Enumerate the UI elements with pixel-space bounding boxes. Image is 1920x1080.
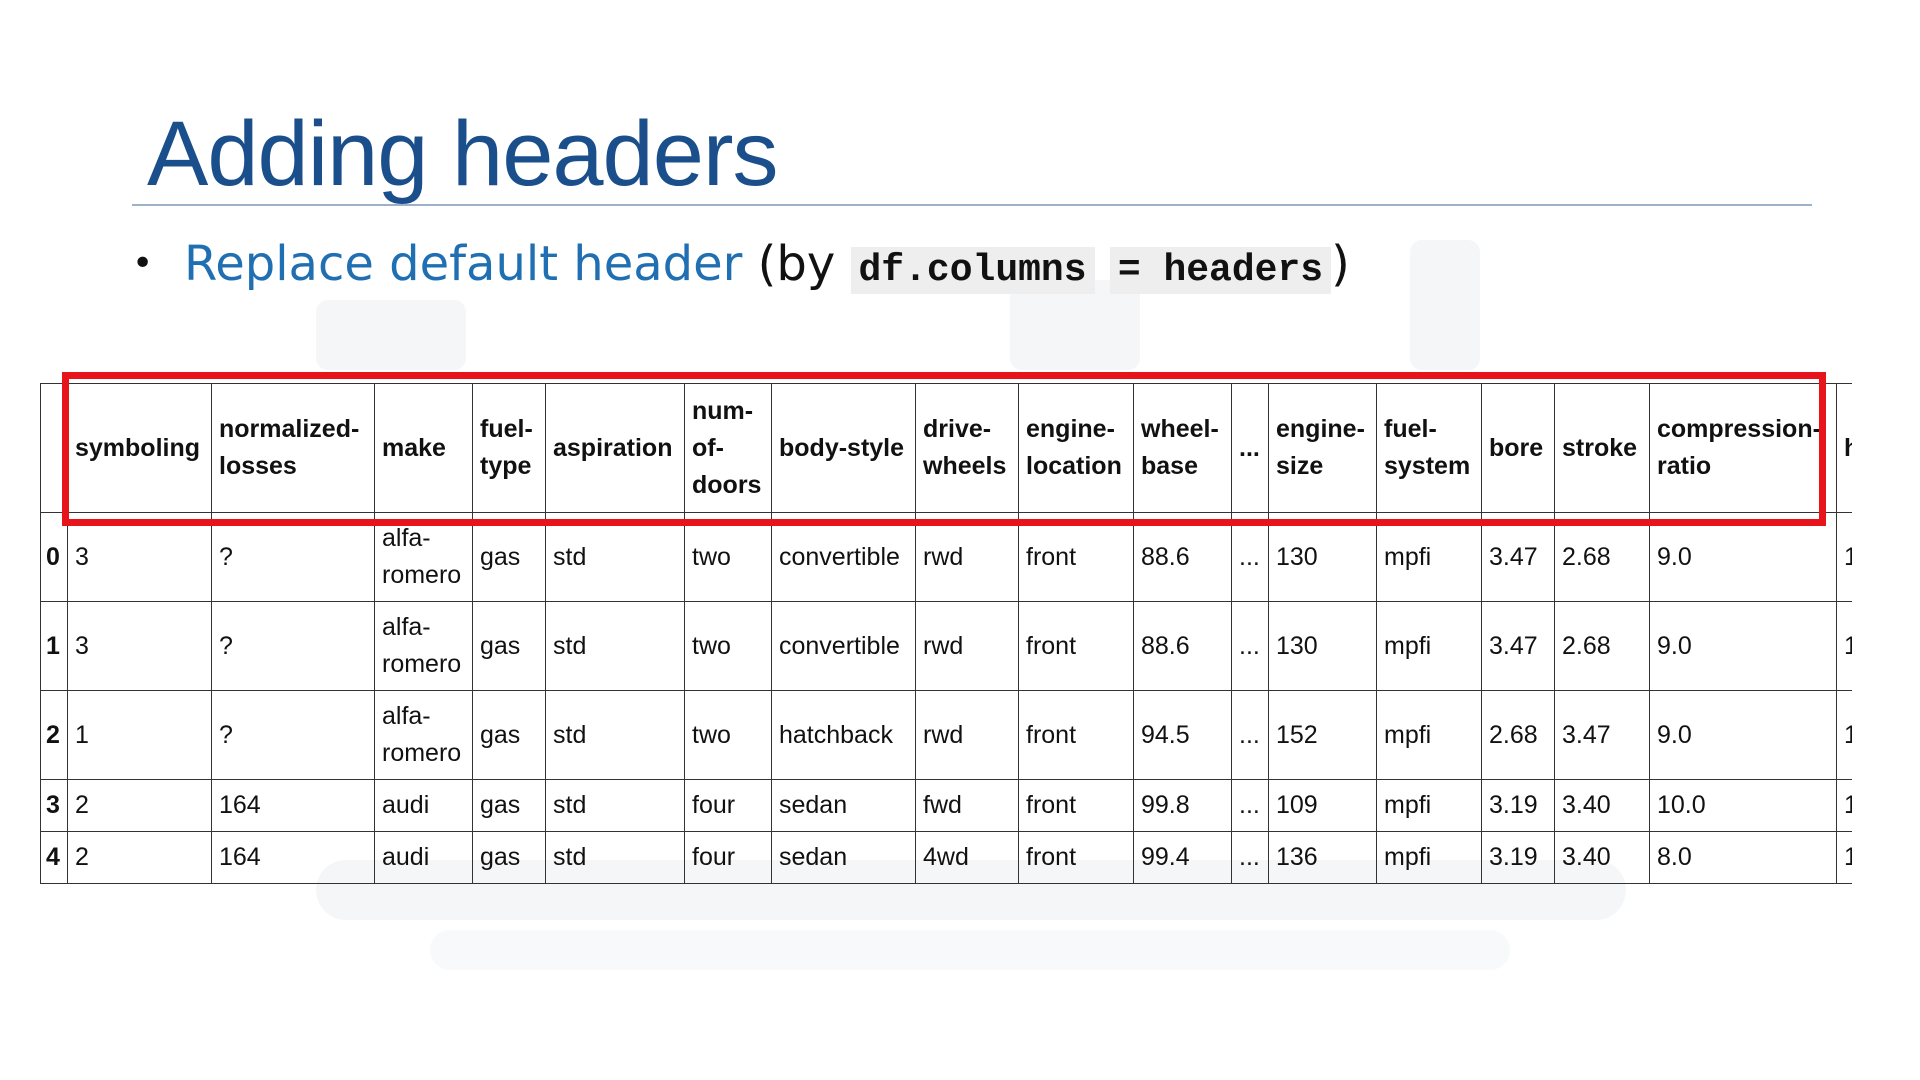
table-cell: 164 bbox=[211, 779, 375, 832]
table-cell: 109 bbox=[1268, 779, 1377, 832]
table-cell: four bbox=[684, 779, 772, 832]
table-cell: front bbox=[1018, 690, 1134, 780]
table-cell: 4wd bbox=[915, 831, 1019, 884]
table-cell: convertible bbox=[771, 601, 916, 691]
table-cell: 3.47 bbox=[1481, 601, 1555, 691]
header-highlight-box bbox=[62, 372, 1826, 526]
row-index: 2 bbox=[40, 690, 68, 780]
table-cell: std bbox=[545, 690, 685, 780]
table-cell: 3.40 bbox=[1554, 779, 1650, 832]
table-cell: 9.0 bbox=[1649, 690, 1837, 780]
table-cell: 10.0 bbox=[1649, 779, 1837, 832]
row-index: 1 bbox=[40, 601, 68, 691]
bullet-link-text[interactable]: Replace default header bbox=[184, 236, 742, 292]
table-cell: 2.68 bbox=[1481, 690, 1555, 780]
table-cell: 2.68 bbox=[1554, 601, 1650, 691]
table-cell: mpfi bbox=[1376, 601, 1482, 691]
table-cell: 2 bbox=[67, 831, 212, 884]
table-cell: ? bbox=[211, 690, 375, 780]
table-cell: ? bbox=[211, 601, 375, 691]
table-cell: 152 bbox=[1268, 690, 1377, 780]
table-cell: alfa-romero bbox=[374, 601, 473, 691]
table-cell: 88.6 bbox=[1133, 601, 1232, 691]
table-cell: 3.19 bbox=[1481, 831, 1555, 884]
table-cell: std bbox=[545, 779, 685, 832]
table-cell: rwd bbox=[915, 601, 1019, 691]
table-overflow-mask bbox=[1852, 370, 1920, 890]
watermark-shape bbox=[1410, 240, 1480, 370]
table-cell: 3.40 bbox=[1554, 831, 1650, 884]
code-snippet-assign: = headers bbox=[1109, 247, 1332, 294]
table-cell: gas bbox=[472, 831, 546, 884]
table-cell: front bbox=[1018, 601, 1134, 691]
table-cell: 3.19 bbox=[1481, 779, 1555, 832]
table-cell: front bbox=[1018, 779, 1134, 832]
table-cell: two bbox=[684, 690, 772, 780]
table-cell: ... bbox=[1231, 779, 1269, 832]
table-cell: gas bbox=[472, 601, 546, 691]
table-cell: 164 bbox=[211, 831, 375, 884]
watermark-shape bbox=[430, 930, 1510, 970]
table-cell: 136 bbox=[1268, 831, 1377, 884]
table-cell: 94.5 bbox=[1133, 690, 1232, 780]
table-cell: front bbox=[1018, 831, 1134, 884]
table-cell: 3 bbox=[67, 601, 212, 691]
table-cell: 2 bbox=[67, 779, 212, 832]
table-cell: mpfi bbox=[1376, 779, 1482, 832]
table-cell: two bbox=[684, 601, 772, 691]
table-cell: alfa-romero bbox=[374, 690, 473, 780]
bullet-paren-open: (by bbox=[742, 236, 851, 292]
table-cell: mpfi bbox=[1376, 831, 1482, 884]
table-cell: 3.47 bbox=[1554, 690, 1650, 780]
code-snippet-df-columns: df.columns bbox=[850, 247, 1095, 294]
table-cell: ... bbox=[1231, 831, 1269, 884]
table-cell: 1 bbox=[67, 690, 212, 780]
table-cell: ... bbox=[1231, 690, 1269, 780]
table-row: 4 2 164 audi gas std four sedan 4wd fron… bbox=[40, 831, 1911, 884]
table-cell: sedan bbox=[771, 831, 916, 884]
table-cell: ... bbox=[1231, 601, 1269, 691]
slide-title: Adding headers bbox=[147, 103, 778, 205]
table-cell: 99.4 bbox=[1133, 831, 1232, 884]
bullet-point: • Replace default header (by df.columns =… bbox=[132, 236, 1350, 299]
table-cell: sedan bbox=[771, 779, 916, 832]
table-cell: 8.0 bbox=[1649, 831, 1837, 884]
title-divider bbox=[132, 204, 1812, 206]
table-cell: audi bbox=[374, 779, 473, 832]
table-cell: 9.0 bbox=[1649, 601, 1837, 691]
table-row: 3 2 164 audi gas std four sedan fwd fron… bbox=[40, 779, 1911, 832]
table-cell: 99.8 bbox=[1133, 779, 1232, 832]
table-cell: 130 bbox=[1268, 601, 1377, 691]
row-index: 4 bbox=[40, 831, 68, 884]
table-cell: std bbox=[545, 831, 685, 884]
table-row: 1 3 ? alfa-romero gas std two convertibl… bbox=[40, 601, 1911, 691]
table-cell: mpfi bbox=[1376, 690, 1482, 780]
table-cell: audi bbox=[374, 831, 473, 884]
table-cell: hatchback bbox=[771, 690, 916, 780]
table-cell: four bbox=[684, 831, 772, 884]
watermark-shape bbox=[316, 300, 466, 370]
bullet-icon: • bbox=[132, 243, 154, 284]
table-cell: gas bbox=[472, 779, 546, 832]
bullet-paren-close: ) bbox=[1331, 236, 1350, 292]
row-index: 3 bbox=[40, 779, 68, 832]
table-cell: std bbox=[545, 601, 685, 691]
table-cell: gas bbox=[472, 690, 546, 780]
table-row: 2 1 ? alfa-romero gas std two hatchback … bbox=[40, 690, 1911, 780]
table-cell: fwd bbox=[915, 779, 1019, 832]
table-cell: rwd bbox=[915, 690, 1019, 780]
